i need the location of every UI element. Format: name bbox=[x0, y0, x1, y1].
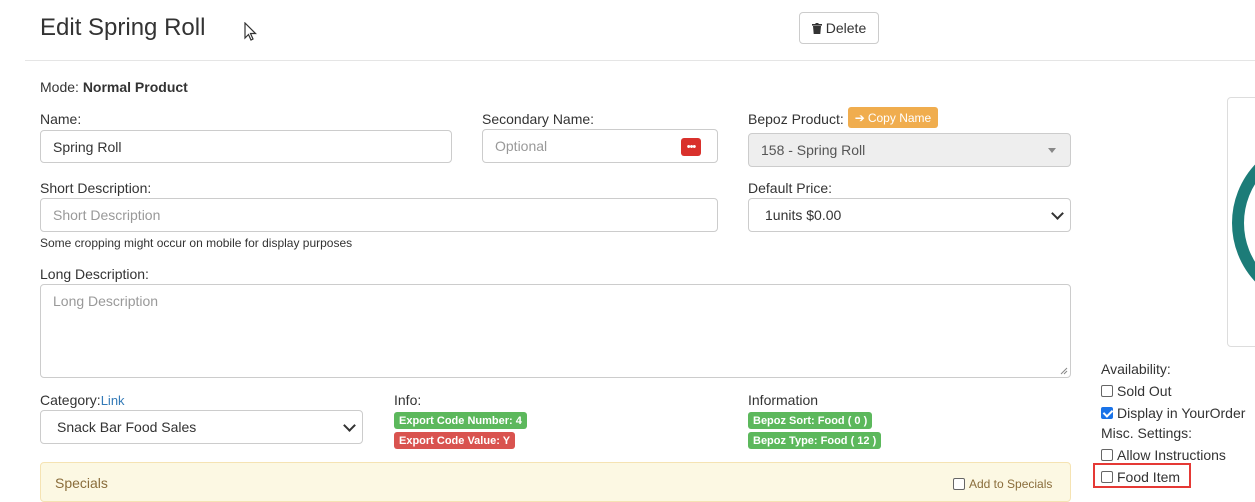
short-description-label: Short Description: bbox=[40, 180, 152, 196]
delete-label: Delete bbox=[825, 20, 867, 36]
specials-title: Specials bbox=[55, 475, 108, 491]
default-price-select[interactable]: 1units $0.00 bbox=[748, 198, 1071, 232]
copy-name-button[interactable]: ➔ Copy Name bbox=[848, 107, 938, 128]
short-description-placeholder: Short Description bbox=[53, 207, 161, 223]
secondary-name-input[interactable]: Optional ••• bbox=[482, 129, 718, 163]
category-row: Category:Link bbox=[40, 392, 125, 408]
resize-handle-icon[interactable] bbox=[1060, 367, 1068, 375]
add-to-specials-label: Add to Specials bbox=[969, 477, 1053, 491]
arrow-left-icon: ➔ bbox=[854, 110, 865, 125]
allow-instructions-checkbox[interactable]: Allow Instructions bbox=[1101, 447, 1226, 463]
secondary-name-placeholder: Optional bbox=[495, 138, 548, 154]
allow-instructions-label: Allow Instructions bbox=[1117, 447, 1226, 463]
export-code-number-badge: Export Code Number: 4 bbox=[394, 412, 527, 429]
delete-button[interactable]: Delete bbox=[799, 12, 879, 44]
default-price-value: 1units $0.00 bbox=[765, 207, 842, 223]
mode-row: Mode: Normal Product bbox=[40, 79, 188, 95]
caret-down-icon bbox=[1048, 148, 1056, 153]
bepoz-type-badge: Bepoz Type: Food ( 12 ) bbox=[748, 432, 882, 449]
page-title: Edit Spring Roll bbox=[40, 14, 206, 41]
logo-image bbox=[1232, 164, 1255, 282]
category-link[interactable]: Link bbox=[101, 393, 125, 408]
copy-name-label: Copy Name bbox=[867, 110, 932, 125]
category-select[interactable]: Snack Bar Food Sales bbox=[40, 410, 363, 444]
display-in-yourorder-checkbox[interactable]: Display in YourOrder bbox=[1101, 405, 1245, 421]
mode-label: Mode: bbox=[40, 79, 79, 95]
category-label: Category: bbox=[40, 392, 101, 408]
mode-value: Normal Product bbox=[82, 79, 188, 95]
bepoz-sort-badge: Bepoz Sort: Food ( 0 ) bbox=[748, 412, 873, 429]
sold-out-box[interactable] bbox=[1101, 385, 1113, 397]
sold-out-label: Sold Out bbox=[1117, 383, 1172, 399]
chevron-down-icon bbox=[1051, 207, 1064, 220]
product-image-preview[interactable] bbox=[1227, 97, 1255, 347]
add-to-specials-checkbox[interactable]: Add to Specials bbox=[953, 477, 1052, 491]
short-description-input[interactable]: Short Description bbox=[40, 198, 718, 232]
information-label: Information bbox=[748, 392, 819, 408]
short-description-help: Some cropping might occur on mobile for … bbox=[40, 236, 353, 250]
name-label: Name: bbox=[40, 111, 82, 127]
bepoz-product-select[interactable]: 158 - Spring Roll bbox=[748, 133, 1071, 167]
long-description-label: Long Description: bbox=[40, 266, 149, 282]
trash-icon bbox=[811, 22, 822, 34]
availability-label: Availability: bbox=[1101, 361, 1171, 377]
display-in-yourorder-box[interactable] bbox=[1101, 407, 1113, 419]
bepoz-product-value: 158 - Spring Roll bbox=[761, 142, 866, 158]
food-item-highlight bbox=[1093, 463, 1191, 488]
secondary-name-label: Secondary Name: bbox=[482, 111, 595, 127]
password-manager-icon[interactable]: ••• bbox=[681, 138, 701, 156]
name-value: Spring Roll bbox=[53, 138, 122, 155]
name-input[interactable]: Spring Roll bbox=[40, 130, 452, 163]
long-description-textarea[interactable]: Long Description bbox=[40, 284, 1071, 378]
allow-instructions-box[interactable] bbox=[1101, 449, 1113, 461]
export-code-value-badge: Export Code Value: Y bbox=[394, 432, 516, 449]
misc-settings-label: Misc. Settings: bbox=[1101, 425, 1193, 441]
category-value: Snack Bar Food Sales bbox=[57, 419, 197, 435]
chevron-down-icon bbox=[343, 419, 356, 432]
info-label: Info: bbox=[394, 392, 422, 408]
mouse-cursor-icon bbox=[244, 22, 257, 41]
header-divider bbox=[25, 60, 1255, 61]
sold-out-checkbox[interactable]: Sold Out bbox=[1101, 383, 1171, 399]
specials-panel bbox=[40, 462, 1071, 502]
display-in-yourorder-label: Display in YourOrder bbox=[1117, 405, 1246, 421]
long-description-placeholder: Long Description bbox=[53, 293, 159, 309]
bepoz-product-label: Bepoz Product: bbox=[748, 111, 844, 127]
default-price-label: Default Price: bbox=[748, 180, 833, 196]
add-to-specials-box[interactable] bbox=[953, 478, 965, 490]
